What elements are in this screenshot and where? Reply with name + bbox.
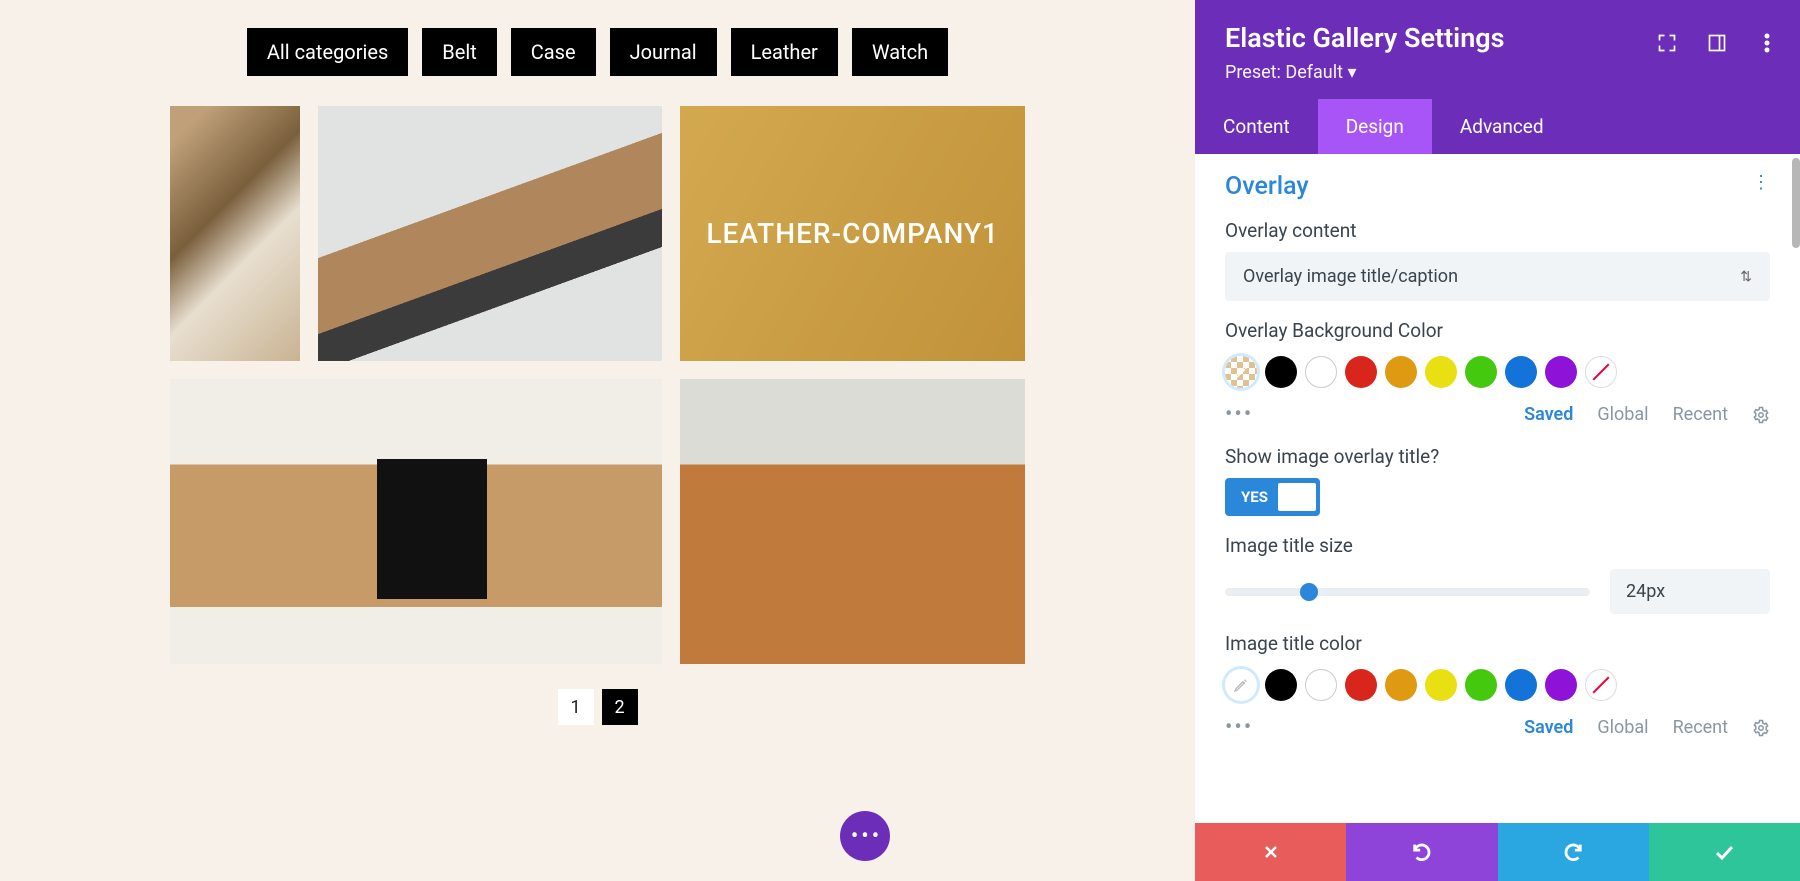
- palette-more-icon[interactable]: •••: [1225, 715, 1253, 740]
- overlay-content-value: Overlay image title/caption: [1243, 266, 1458, 287]
- filter-belt[interactable]: Belt: [422, 28, 496, 76]
- filter-watch[interactable]: Watch: [852, 28, 948, 76]
- swatch-transparent[interactable]: [1585, 669, 1617, 701]
- swatch-yellow[interactable]: [1425, 356, 1457, 388]
- tab-advanced[interactable]: Advanced: [1432, 99, 1572, 154]
- palette-tab-global[interactable]: Global: [1597, 717, 1648, 738]
- palette-tab-saved[interactable]: Saved: [1524, 717, 1573, 738]
- discard-button[interactable]: [1195, 823, 1346, 881]
- page-2[interactable]: 2: [602, 689, 638, 725]
- filter-journal[interactable]: Journal: [610, 28, 717, 76]
- filter-case[interactable]: Case: [511, 28, 596, 76]
- gallery-item[interactable]: [170, 106, 300, 361]
- panel-body[interactable]: Overlay ⋮ Overlay content Overlay image …: [1195, 154, 1800, 823]
- undo-button[interactable]: [1346, 823, 1497, 881]
- pagination: 1 2: [0, 689, 1195, 725]
- panel-footer: [1195, 823, 1800, 881]
- palette-more-icon[interactable]: •••: [1225, 402, 1253, 427]
- tab-content[interactable]: Content: [1195, 99, 1318, 154]
- color-picker-icon[interactable]: [1225, 356, 1257, 388]
- gallery-item[interactable]: [318, 106, 663, 361]
- palette-tab-saved[interactable]: Saved: [1524, 404, 1573, 425]
- swatch-yellow[interactable]: [1425, 669, 1457, 701]
- ellipsis-icon: •••: [851, 824, 882, 849]
- swatch-green[interactable]: [1465, 669, 1497, 701]
- title-size-label: Image title size: [1225, 534, 1770, 557]
- palette-tab-global[interactable]: Global: [1597, 404, 1648, 425]
- swatch-red[interactable]: [1345, 356, 1377, 388]
- section-menu-icon[interactable]: ⋮: [1752, 172, 1770, 193]
- page-canvas: All categories Belt Case Journal Leather…: [0, 0, 1195, 881]
- gallery-item[interactable]: [170, 379, 662, 664]
- preset-dropdown[interactable]: Preset: Default ▾: [1225, 62, 1770, 83]
- overlay-bgcolor-label: Overlay Background Color: [1225, 319, 1770, 342]
- save-button[interactable]: [1649, 823, 1800, 881]
- gallery-grid: LEATHER-COMPANY1: [170, 106, 1025, 664]
- settings-panel: Elastic Gallery Settings Preset: Default…: [1195, 0, 1800, 881]
- category-filter-bar: All categories Belt Case Journal Leather…: [0, 0, 1195, 76]
- swatch-transparent[interactable]: [1585, 356, 1617, 388]
- swatch-green[interactable]: [1465, 356, 1497, 388]
- swatch-black[interactable]: [1265, 669, 1297, 701]
- overlay-content-select[interactable]: Overlay image title/caption ⇅: [1225, 252, 1770, 301]
- panel-tabs: Content Design Advanced: [1195, 99, 1800, 154]
- show-title-toggle[interactable]: YES: [1225, 478, 1320, 516]
- gear-icon[interactable]: [1752, 406, 1770, 424]
- page-1[interactable]: 1: [558, 689, 594, 725]
- swatch-purple[interactable]: [1545, 356, 1577, 388]
- swatch-orange[interactable]: [1385, 356, 1417, 388]
- kebab-icon[interactable]: [1756, 32, 1778, 54]
- palette-tab-recent[interactable]: Recent: [1673, 717, 1728, 738]
- layout-icon[interactable]: [1706, 32, 1728, 54]
- overlay-content-label: Overlay content: [1225, 219, 1770, 242]
- redo-button[interactable]: [1498, 823, 1649, 881]
- color-picker-icon[interactable]: [1225, 669, 1257, 701]
- toggle-knob: [1278, 483, 1316, 511]
- title-color-label: Image title color: [1225, 632, 1770, 655]
- overlay-bgcolor-swatches: [1225, 356, 1770, 388]
- section-overlay-title[interactable]: Overlay: [1225, 172, 1309, 201]
- filter-leather[interactable]: Leather: [731, 28, 838, 76]
- title-size-slider[interactable]: [1225, 588, 1590, 596]
- swatch-purple[interactable]: [1545, 669, 1577, 701]
- swatch-orange[interactable]: [1385, 669, 1417, 701]
- show-title-label: Show image overlay title?: [1225, 445, 1770, 468]
- gallery-item[interactable]: LEATHER-COMPANY1: [680, 106, 1025, 361]
- title-size-input[interactable]: 24px: [1610, 569, 1770, 614]
- swatch-red[interactable]: [1345, 669, 1377, 701]
- chevron-updown-icon: ⇅: [1740, 269, 1752, 285]
- swatch-blue[interactable]: [1505, 669, 1537, 701]
- overlay-title: LEATHER-COMPANY1: [706, 217, 999, 250]
- swatch-white[interactable]: [1305, 356, 1337, 388]
- swatch-blue[interactable]: [1505, 356, 1537, 388]
- page-fab[interactable]: •••: [840, 811, 890, 861]
- filter-all[interactable]: All categories: [247, 28, 408, 76]
- toggle-yes-label: YES: [1229, 482, 1278, 512]
- panel-header: Elastic Gallery Settings Preset: Default…: [1195, 0, 1800, 99]
- tab-design[interactable]: Design: [1318, 99, 1432, 154]
- panel-scrollbar[interactable]: [1792, 158, 1800, 248]
- title-color-swatches: [1225, 669, 1770, 701]
- swatch-black[interactable]: [1265, 356, 1297, 388]
- expand-icon[interactable]: [1656, 32, 1678, 54]
- palette-tab-recent[interactable]: Recent: [1673, 404, 1728, 425]
- gear-icon[interactable]: [1752, 719, 1770, 737]
- swatch-white[interactable]: [1305, 669, 1337, 701]
- gallery-item[interactable]: [680, 379, 1025, 664]
- slider-thumb[interactable]: [1300, 583, 1318, 601]
